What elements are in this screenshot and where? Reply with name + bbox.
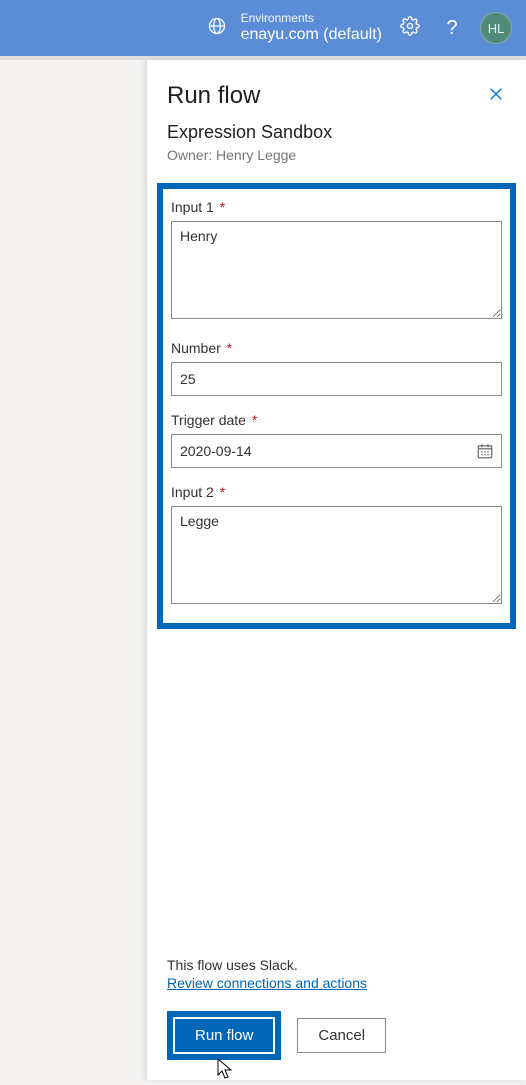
run-flow-panel: Run flow Expression Sandbox Owner: Henry… — [146, 60, 526, 1080]
close-button[interactable] — [484, 84, 508, 108]
field-label-input1: Input 1 * — [171, 199, 502, 215]
panel-header: Run flow Expression Sandbox Owner: Henry… — [147, 60, 526, 173]
flow-name: Expression Sandbox — [167, 122, 506, 143]
uses-text: This flow uses Slack. — [167, 957, 506, 973]
calendar-icon[interactable] — [476, 442, 494, 460]
field-label-trigger-date: Trigger date * — [171, 412, 502, 428]
gear-icon — [400, 16, 420, 41]
field-input1: Input 1 * — [171, 199, 502, 324]
flow-owner: Owner: Henry Legge — [167, 147, 506, 163]
field-label-number: Number * — [171, 340, 502, 356]
review-connections-link[interactable]: Review connections and actions — [167, 975, 367, 991]
run-flow-button[interactable]: Run flow — [175, 1019, 273, 1052]
required-asterisk: * — [216, 199, 225, 215]
environment-icon — [207, 16, 227, 41]
app-header: Environments enayu.com (default) ? HL — [0, 0, 526, 56]
inputs-highlight-box: Input 1 * Number * Trigger date * — [157, 183, 516, 629]
field-input2: Input 2 * — [171, 484, 502, 609]
run-flow-highlight: Run flow — [167, 1011, 281, 1060]
environment-label: Environments — [241, 12, 382, 26]
environment-name: enayu.com (default) — [241, 26, 382, 44]
avatar[interactable]: HL — [480, 12, 512, 44]
settings-button[interactable] — [396, 14, 424, 42]
close-icon — [487, 85, 505, 108]
panel-footer-message: This flow uses Slack. Review connections… — [147, 947, 526, 999]
input1-textarea[interactable] — [171, 221, 502, 319]
field-label-input2: Input 2 * — [171, 484, 502, 500]
input2-textarea[interactable] — [171, 506, 502, 604]
field-trigger-date: Trigger date * — [171, 412, 502, 468]
field-number: Number * — [171, 340, 502, 396]
cancel-button[interactable]: Cancel — [297, 1018, 386, 1053]
help-button[interactable]: ? — [438, 14, 466, 42]
number-input[interactable] — [171, 362, 502, 396]
required-asterisk: * — [223, 340, 232, 356]
environment-selector[interactable]: Environments enayu.com (default) — [241, 12, 382, 44]
required-asterisk: * — [216, 484, 225, 500]
trigger-date-input[interactable] — [171, 434, 502, 468]
panel-title: Run flow — [167, 82, 506, 110]
help-icon: ? — [446, 17, 457, 40]
required-asterisk: * — [248, 412, 257, 428]
panel-actions: Run flow Cancel — [147, 999, 526, 1080]
avatar-initials: HL — [488, 21, 505, 36]
